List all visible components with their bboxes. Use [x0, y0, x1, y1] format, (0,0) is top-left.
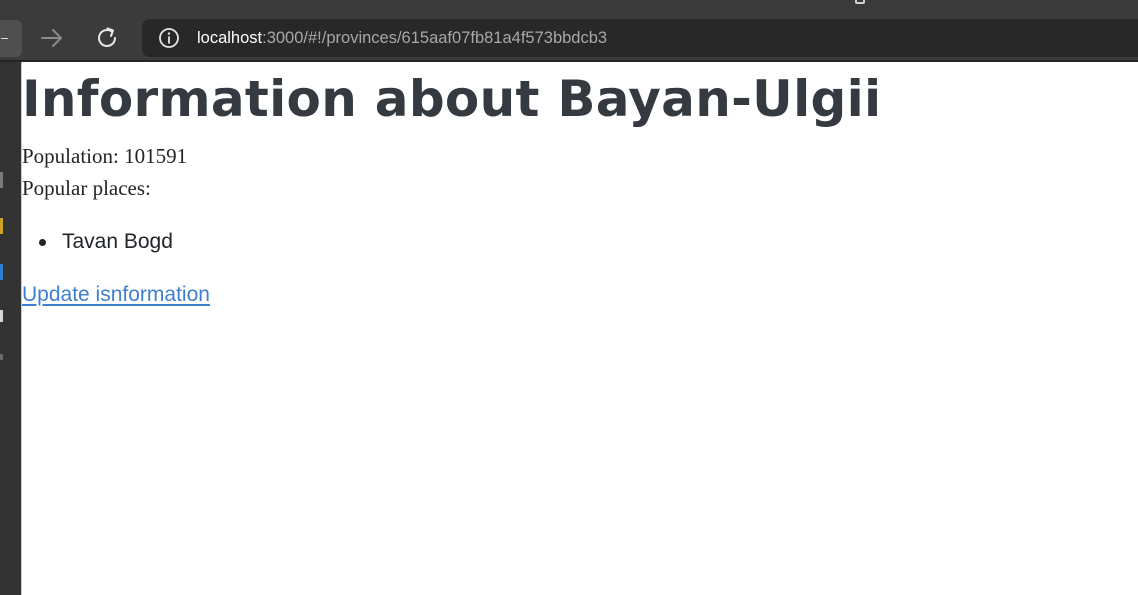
reload-icon — [98, 27, 116, 47]
page-title: Information about Bayan-Ulgii — [22, 70, 882, 128]
update-information-link[interactable]: Update isnformation — [22, 280, 210, 310]
popular-places-label: Popular places: — [22, 176, 151, 200]
reload-button[interactable] — [93, 24, 121, 52]
popular-places-list: Tavan Bogd — [22, 227, 173, 257]
address-url[interactable]: localhost:3000/#!/provinces/615aaf07fb81… — [197, 27, 607, 49]
sidebar-item-icon[interactable] — [0, 310, 3, 322]
sidebar-item-icon[interactable] — [0, 172, 3, 188]
tab-action-icon[interactable] — [855, 0, 865, 4]
site-info-icon[interactable] — [158, 27, 180, 49]
forward-arrow-icon — [41, 29, 62, 47]
back-button[interactable] — [0, 20, 22, 57]
sidebar-item-icon[interactable] — [0, 354, 3, 360]
url-path: :3000/#!/provinces/615aaf07fb81a4f573bbd… — [262, 29, 608, 47]
page-content: Information about Bayan-Ulgii Population… — [22, 62, 1138, 595]
sidebar-item-icon[interactable] — [0, 218, 3, 234]
browser-sidebar — [0, 62, 21, 595]
list-item: Tavan Bogd — [22, 227, 173, 257]
sidebar-item-icon[interactable] — [0, 264, 3, 280]
back-arrow-icon — [1, 38, 8, 39]
browser-tab-strip — [0, 0, 1138, 18]
url-host: localhost — [197, 29, 263, 47]
population-text: Population: 101591 — [22, 144, 188, 168]
forward-button[interactable] — [38, 24, 66, 52]
